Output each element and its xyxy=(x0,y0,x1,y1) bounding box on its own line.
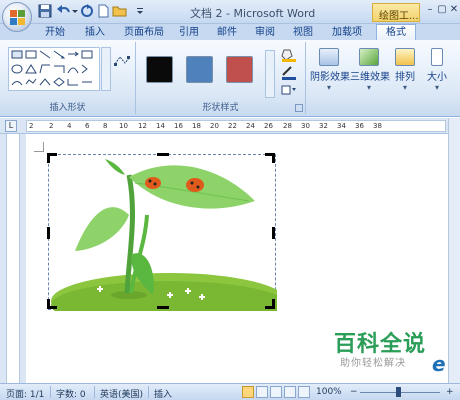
tab-references[interactable]: 引用 xyxy=(174,25,204,40)
tab-page-layout[interactable]: 页面布局 xyxy=(118,25,170,40)
ribbon: 插入形状 形状样式 阴影效果 ▾ 三维效果 ▾ 排列 ▾ 大小 ▾ xyxy=(0,40,460,117)
horizontal-ruler: L 2 2 4 6 8 10 12 14 16 18 20 22 24 26 2… xyxy=(0,118,460,134)
resize-handle-top-right[interactable] xyxy=(272,153,275,163)
shape-style-red[interactable] xyxy=(226,56,253,83)
office-button[interactable] xyxy=(2,2,32,32)
shapes-gallery[interactable] xyxy=(8,47,100,91)
resize-handle-bottom-left[interactable] xyxy=(47,299,50,309)
change-shape-icon[interactable] xyxy=(280,84,300,96)
drawing-tools-context-label: 绘图工... xyxy=(372,3,420,22)
size-icon xyxy=(431,48,443,66)
tab-selector[interactable]: L xyxy=(5,120,17,132)
chevron-down-icon: ▾ xyxy=(366,83,371,92)
draft-view-icon[interactable] xyxy=(298,386,310,398)
tab-home[interactable]: 开始 xyxy=(40,25,70,40)
save-icon[interactable] xyxy=(38,4,54,19)
chevron-down-icon: ▾ xyxy=(402,83,407,92)
shape-outline-icon[interactable] xyxy=(280,66,300,80)
tab-view[interactable]: 视图 xyxy=(288,25,318,40)
zoom-in-button[interactable]: + xyxy=(446,387,454,397)
3d-effects-icon xyxy=(359,48,379,66)
office-logo-icon xyxy=(10,10,25,25)
tab-review[interactable]: 审阅 xyxy=(250,25,280,40)
resize-handle-right[interactable] xyxy=(272,227,275,239)
resize-handle-top[interactable] xyxy=(157,153,169,156)
vertical-ruler xyxy=(0,134,26,383)
web-layout-view-icon[interactable] xyxy=(270,386,282,398)
insert-shapes-label: 插入形状 xyxy=(49,103,86,113)
redo-icon[interactable] xyxy=(80,4,96,19)
insert-shapes-group: 插入形状 xyxy=(0,42,136,114)
customize-toolbar-icon[interactable] xyxy=(136,4,144,19)
zoom-out-button[interactable]: − xyxy=(350,387,358,397)
status-bar: 页面: 1/1 字数: 0 英语(美国) 插入 100% − + xyxy=(0,383,460,400)
tab-format[interactable]: 格式 xyxy=(376,24,416,40)
ruler-scale: 2 2 4 6 8 10 12 14 16 18 20 22 24 26 28 … xyxy=(26,120,446,132)
shape-fill-icon[interactable] xyxy=(280,48,300,62)
shape-styles-group: 形状样式 xyxy=(136,42,306,114)
clipart-image[interactable] xyxy=(47,153,287,329)
new-document-icon[interactable] xyxy=(96,4,112,19)
vertical-scrollbar[interactable] xyxy=(448,118,460,383)
tab-add-ins[interactable]: 加载项 xyxy=(326,25,368,40)
shape-styles-dialog-launcher[interactable] xyxy=(295,104,303,112)
resize-handle-bottom[interactable] xyxy=(157,306,169,309)
full-screen-view-icon[interactable] xyxy=(256,386,268,398)
page-count[interactable]: 页面: 1/1 xyxy=(6,387,44,400)
minimize-button[interactable]: – xyxy=(424,4,436,16)
shape-style-blue[interactable] xyxy=(186,56,213,83)
undo-dropdown-icon[interactable] xyxy=(72,4,78,19)
shape-style-black[interactable] xyxy=(146,56,173,83)
word-count[interactable]: 字数: 0 xyxy=(56,387,86,400)
ribbon-tabs: 开始 插入 页面布局 引用 邮件 审阅 视图 加载项 格式 xyxy=(0,24,460,40)
zoom-level[interactable]: 100% xyxy=(316,387,342,397)
watermark-subtitle: 助你轻松解决 xyxy=(340,358,406,369)
3d-effects-button[interactable]: 三维效果 ▾ xyxy=(350,42,390,98)
shape-styles-scroll[interactable] xyxy=(265,50,275,98)
arrange-icon xyxy=(395,48,415,66)
tab-mailings[interactable]: 邮件 xyxy=(212,25,242,40)
zoom-slider-knob[interactable] xyxy=(396,387,401,397)
chevron-down-icon: ▾ xyxy=(434,83,439,92)
title-bar: 文档 2 - Microsoft Word 绘图工... – ▢ ✕ xyxy=(0,0,460,24)
window-title: 文档 2 - Microsoft Word xyxy=(190,7,316,20)
watermark-logo: e xyxy=(432,352,446,376)
outline-view-icon[interactable] xyxy=(284,386,296,398)
undo-icon[interactable] xyxy=(56,4,72,19)
resize-handle-top-left[interactable] xyxy=(47,153,50,163)
maximize-button[interactable]: ▢ xyxy=(436,4,448,16)
insert-mode[interactable]: 插入 xyxy=(154,387,172,400)
language-indicator[interactable]: 英语(美国) xyxy=(100,387,143,400)
print-layout-view-icon[interactable] xyxy=(242,386,254,398)
arrange-button[interactable]: 排列 ▾ xyxy=(392,42,418,98)
shape-styles-label: 形状样式 xyxy=(202,103,239,113)
size-button[interactable]: 大小 ▾ xyxy=(424,42,450,98)
sprout-ladybug-clipart xyxy=(51,159,287,329)
shapes-gallery-icons xyxy=(11,50,93,87)
shapes-gallery-scroll[interactable] xyxy=(101,47,111,91)
resize-handle-bottom-right[interactable] xyxy=(272,299,275,309)
edit-shape-icon[interactable] xyxy=(113,54,131,68)
open-folder-icon[interactable] xyxy=(112,4,128,19)
page-margin-marker xyxy=(34,142,44,152)
shadow-effects-button[interactable]: 阴影效果 ▾ xyxy=(310,42,350,98)
shadow-effects-icon xyxy=(319,48,339,66)
chevron-down-icon: ▾ xyxy=(326,83,331,92)
resize-handle-left[interactable] xyxy=(47,227,50,239)
tab-insert[interactable]: 插入 xyxy=(80,25,110,40)
close-button[interactable]: ✕ xyxy=(448,4,460,16)
